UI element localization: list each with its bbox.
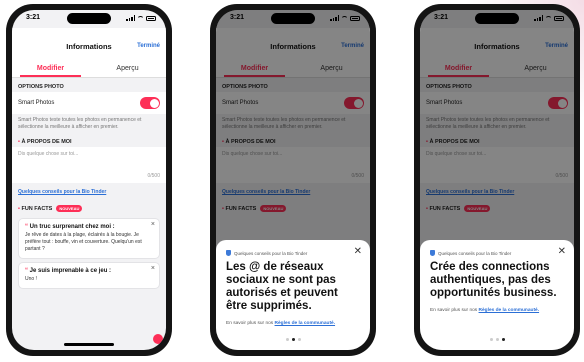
wifi-icon [137,15,144,21]
section-photo-options: OPTIONS PHOTO [18,84,64,90]
page-dot [489,338,493,341]
fun-fact-answer: Uno ! [25,276,37,282]
smart-photos-label: Smart Photos [18,100,55,106]
profile-edit-content: OPTIONS PHOTO Smart Photos Smart Photos … [12,80,166,350]
tab-preview[interactable]: Aperçu [89,65,166,72]
smart-photos-description: Smart Photos teste toutes les photos en … [18,117,142,130]
page-dot-active [291,338,295,341]
section-fun-facts-label: FUN FACTS [21,205,53,212]
home-indicator [64,343,114,346]
close-icon[interactable]: × [151,221,155,228]
status-time: 3:21 [26,14,41,21]
shield-icon [430,250,435,256]
fun-fact-card[interactable]: × “ Je suis imprenable à ce jeu : Uno ! [18,262,160,289]
dynamic-island [67,13,111,24]
sheet-header: Quelques conseils pour la Bio Tinder [430,250,564,256]
sheet-footer: En savoir plus sur nos Règles de la comm… [226,321,360,326]
page-dot-active [501,338,505,341]
active-tab-indicator [20,75,81,77]
sheet-footer-text: En savoir plus sur nos [226,321,274,326]
page-dot [297,338,301,341]
section-about: • À PROPOS DE MOI [12,135,166,147]
page-indicator [216,338,370,341]
tips-sheet: ✕ Quelques conseils pour la Bio Tinder L… [216,240,370,350]
sheet-footer-text: En savoir plus sur nos [430,308,478,313]
done-button[interactable]: Terminé [137,43,160,49]
phone-mockup-1: 3:21 Informations Terminé Modifier Aperç… [6,4,172,356]
smart-photos-row: Smart Photos [12,92,166,114]
sheet-header: Quelques conseils pour la Bio Tinder [226,250,360,256]
community-rules-link[interactable]: Règles de la communauté. [479,308,540,313]
fun-fact-answer: Je rêve de dates à la plage, éclairés à … [25,232,142,252]
signal-icon [126,15,135,21]
bio-counter: 0/500 [147,173,160,179]
battery-icon [146,15,156,21]
close-icon[interactable]: ✕ [558,246,566,257]
shield-icon [226,250,231,256]
sheet-heading: Quelques conseils pour la Bio Tinder [234,250,308,256]
phone-screen: 3:21 Informations Terminé Modifier Aperç… [216,10,370,350]
fun-fact-question-text: Je suis imprenable à ce jeu : [29,268,112,274]
sheet-heading: Quelques conseils pour la Bio Tinder [438,250,512,256]
section-fun-facts: • FUN FACTS [18,206,52,212]
close-icon[interactable]: × [151,265,155,272]
section-about-label: À PROPOS DE MOI [21,139,72,145]
fun-fact-question-text: Un truc surprenant chez moi : [29,224,115,230]
bio-textarea[interactable]: Dis quelque chose sur toi... 0/500 [12,147,166,183]
phone-mockup-2: 3:21 Informations Terminé Modifier Aperç… [210,4,376,356]
sheet-tip-text: Crée des connections authentiques, pas d… [430,261,557,299]
sheet-tip-text: Les @ de réseaux sociaux ne sont pas aut… [226,261,338,312]
status-bar: 3:21 [12,10,166,26]
tab-bar: Modifier Aperçu [12,62,166,78]
status-icons [126,15,156,21]
smart-photos-toggle[interactable] [140,97,160,109]
community-rules-link[interactable]: Règles de la communauté. [275,321,336,326]
bio-tips-link[interactable]: Quelques conseils pour la Bio Tinder [12,183,166,203]
bio-placeholder: Dis quelque chose sur toi... [18,151,79,157]
phone-screen: 3:21 Informations Terminé Modifier Aperç… [420,10,574,350]
page-indicator [420,338,574,341]
close-icon[interactable]: ✕ [354,246,362,257]
fun-fact-question: “ Je suis imprenable à ce jeu : [25,268,153,274]
fun-fact-question: “ Un truc surprenant chez moi : [25,224,153,230]
tips-sheet: ✕ Quelques conseils pour la Bio Tinder C… [420,240,574,350]
sheet-footer: En savoir plus sur nos Règles de la comm… [430,308,564,313]
nav-header: Informations Terminé [12,28,166,62]
page-dot [285,338,289,341]
fun-fact-card[interactable]: × “ Un truc surprenant chez moi : Je rêv… [18,218,160,259]
phone-screen: 3:21 Informations Terminé Modifier Aperç… [12,10,166,350]
phone-mockup-3: 3:21 Informations Terminé Modifier Aperç… [414,4,580,356]
page-dot [495,338,499,341]
fun-facts-header: • FUN FACTS NOUVEAU [12,203,166,215]
tab-edit[interactable]: Modifier [12,65,89,72]
add-button[interactable] [153,334,163,344]
new-badge: NOUVEAU [56,205,83,212]
